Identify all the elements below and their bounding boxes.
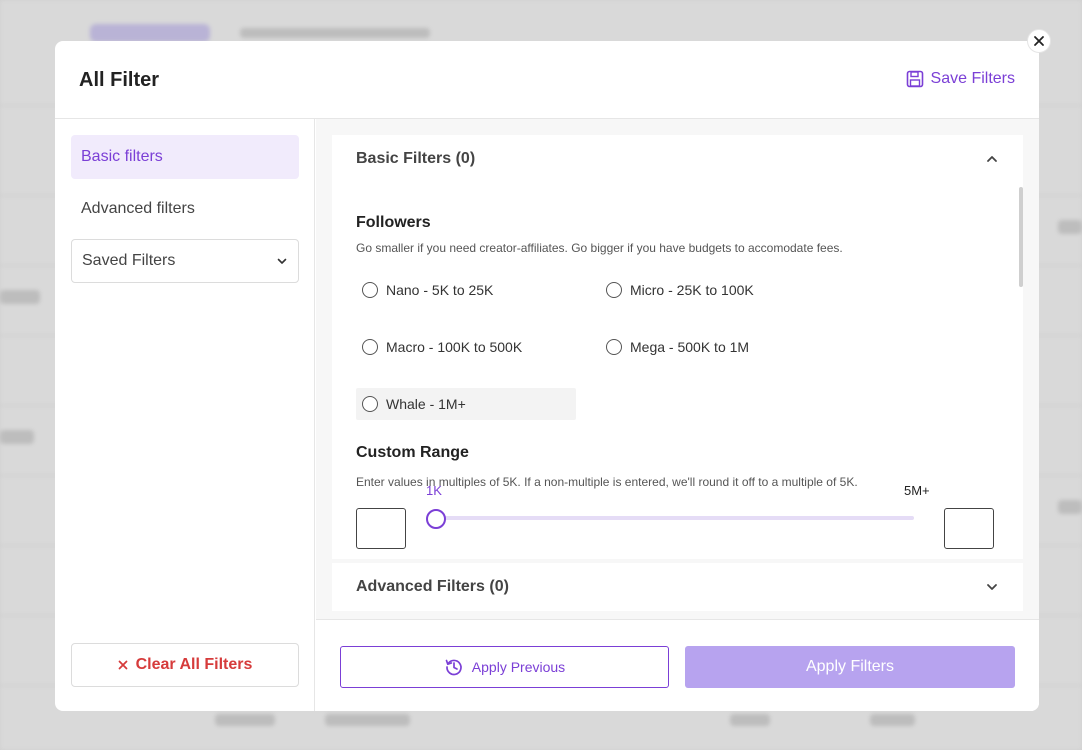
apply-filters-label: Apply Filters [805,658,895,675]
chevron-up-icon [987,156,997,162]
follower-option-label: Mega - 500K to 1M [630,339,750,355]
chevron-down-icon [277,258,287,264]
apply-filters-button[interactable]: Apply Filters [685,646,1015,688]
background-text [0,430,34,444]
background-text [1058,220,1082,234]
filter-content: Basic Filters (0) Followers Go smaller i… [316,119,1039,619]
radio-button[interactable] [362,282,378,298]
follower-option-macro[interactable]: Macro - 100K to 500K [356,331,522,363]
saved-filters-label: Saved Filters [82,252,176,269]
followers-heading: Followers [356,214,431,231]
close-icon [1034,36,1044,46]
followers-hint: Go smaller if you need creator-affiliate… [356,241,843,255]
slider-max-label: 5M+ [904,483,930,498]
range-slider-thumb[interactable] [426,509,446,529]
follower-option-label: Nano - 5K to 25K [386,282,494,298]
save-filters-button[interactable]: Save Filters [905,69,1015,89]
basic-filters-section-header[interactable]: Basic Filters (0) [332,135,1023,183]
background-text [240,28,430,38]
follower-option-label: Whale - 1M+ [386,396,466,412]
saved-filters-select[interactable]: Saved Filters [71,239,299,283]
clear-all-filters-button[interactable]: Clear All Filters [71,643,299,687]
apply-previous-label: Apply Previous [471,659,566,675]
apply-previous-button[interactable]: Apply Previous [340,646,669,688]
background-text [215,714,275,726]
follower-option-mega[interactable]: Mega - 500K to 1M [600,331,749,363]
range-min-input[interactable] [356,508,406,549]
filter-sidebar: Basic filters Advanced filters Saved Fil… [55,119,315,711]
follower-option-label: Micro - 25K to 100K [630,282,754,298]
save-icon [906,70,923,88]
history-icon [445,659,462,676]
radio-button[interactable] [606,282,622,298]
clear-all-filters-label: Clear All Filters [135,656,253,673]
background-text [730,714,770,726]
background-text [0,290,40,304]
background-text [870,714,915,726]
radio-button[interactable] [606,339,622,355]
sidebar-item-label: Advanced filters [81,200,195,217]
sidebar-item-basic-filters[interactable]: Basic filters [71,135,299,179]
close-button[interactable] [1027,29,1051,53]
modal-footer: Apply Previous Apply Filters [316,619,1039,711]
modal-title: All Filter [79,69,160,91]
range-max-input[interactable] [944,508,994,549]
sidebar-item-label: Basic filters [81,148,163,165]
modal-header: All Filter Save Filters [55,41,1039,119]
chevron-down-icon [987,584,997,590]
follower-option-label: Macro - 100K to 500K [386,339,523,355]
follower-option-micro[interactable]: Micro - 25K to 100K [600,274,754,306]
advanced-filters-section-title: Advanced Filters (0) [356,578,509,595]
save-filters-label: Save Filters [930,70,1015,87]
all-filter-modal: All Filter Save Filters Basic filters Ad… [55,41,1039,711]
background-text [325,714,410,726]
sidebar-item-advanced-filters[interactable]: Advanced filters [71,187,299,231]
basic-filters-section-title: Basic Filters (0) [356,150,476,167]
follower-option-whale[interactable]: Whale - 1M+ [356,388,576,420]
range-slider-track[interactable] [432,516,914,520]
background-text [1058,500,1082,514]
background-chip [90,24,210,42]
basic-filters-section-body: Followers Go smaller if you need creator… [332,183,1023,559]
custom-range-heading: Custom Range [356,444,469,461]
slider-min-label: 1K [426,483,442,498]
close-icon [118,660,128,670]
radio-button[interactable] [362,339,378,355]
radio-button[interactable] [362,396,378,412]
follower-option-nano[interactable]: Nano - 5K to 25K [356,274,493,306]
scrollbar[interactable] [1019,187,1023,287]
advanced-filters-section-header[interactable]: Advanced Filters (0) [332,563,1023,611]
